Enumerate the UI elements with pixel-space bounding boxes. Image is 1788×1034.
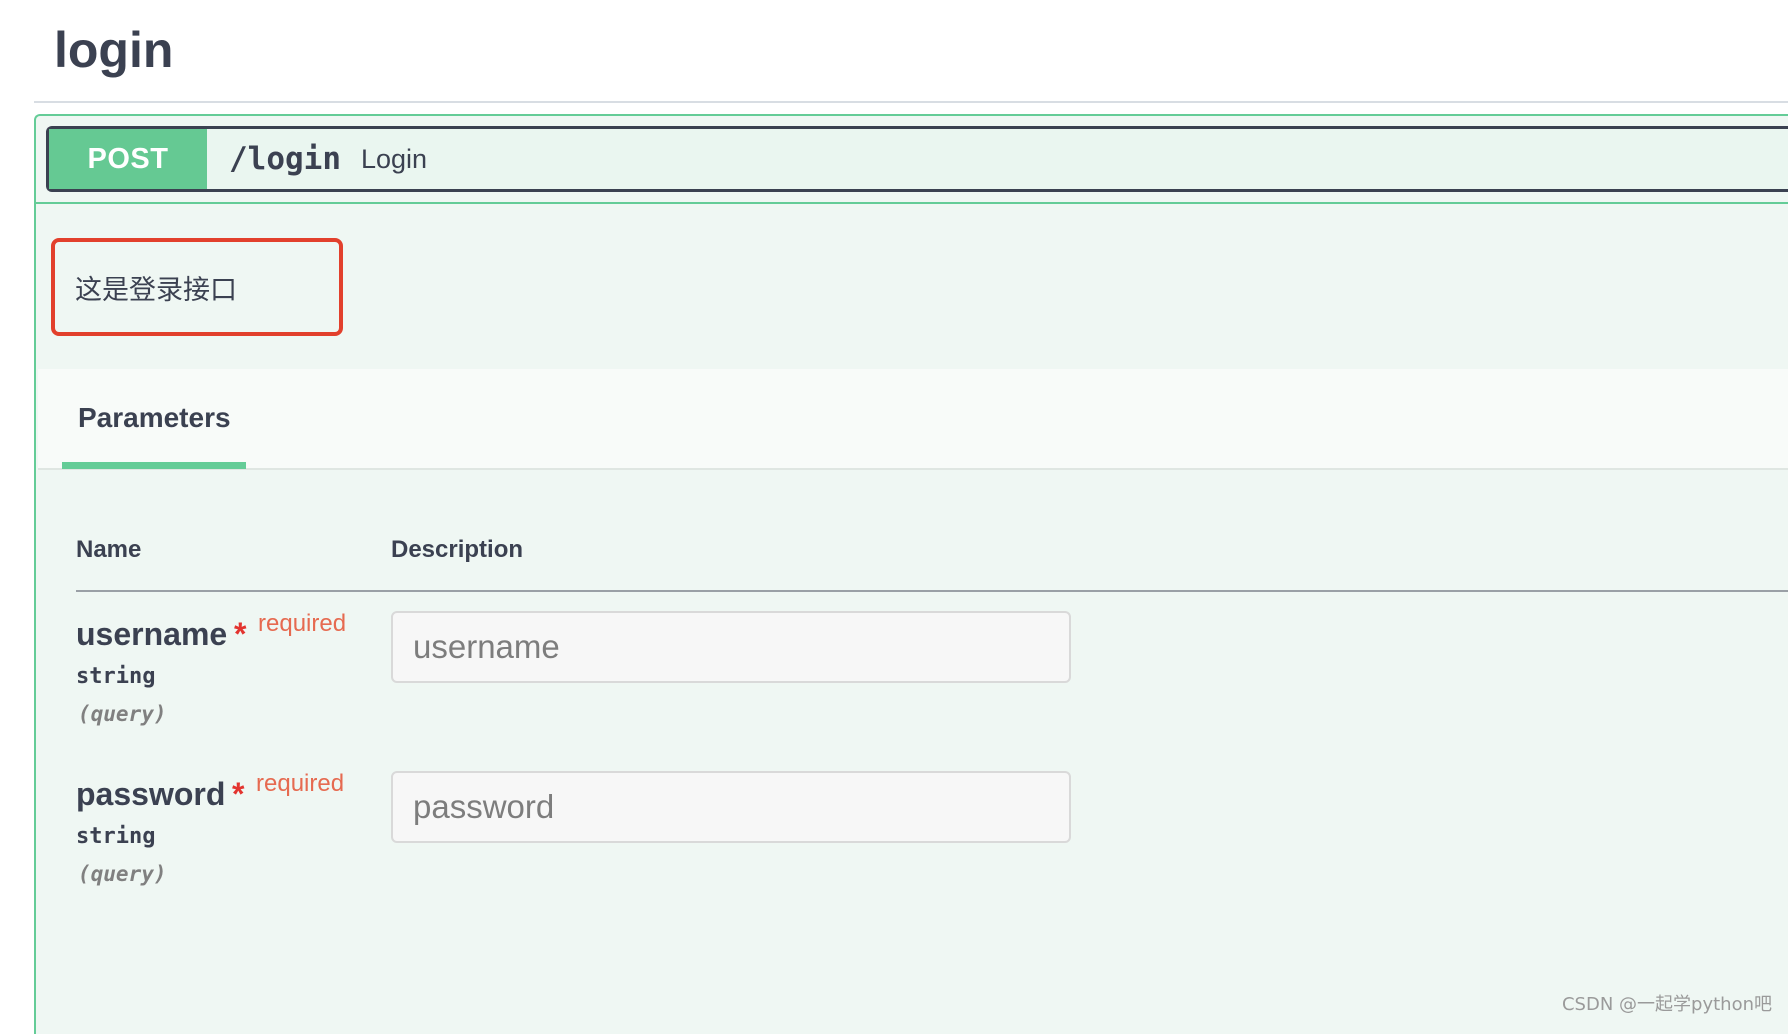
method-badge: POST <box>49 129 207 189</box>
required-star: * <box>234 616 247 652</box>
column-header-description: Description <box>391 536 524 563</box>
parameter-type: string <box>76 824 156 849</box>
parameter-location: (query) <box>78 702 167 726</box>
required-star: * <box>232 776 245 812</box>
title-divider <box>34 101 1788 103</box>
operation-path: /login <box>229 141 341 177</box>
operation-summary-text: Login <box>360 143 428 174</box>
tab-parameters-label: Parameters <box>78 402 231 433</box>
password-input[interactable] <box>391 771 1071 843</box>
parameter-type: string <box>76 664 156 689</box>
parameter-location: (query) <box>78 862 167 886</box>
summary-divider <box>36 202 1788 204</box>
tab-parameters[interactable]: Parameters <box>62 369 246 470</box>
operation-summary[interactable]: POST /login Login <box>46 126 1788 192</box>
column-header-name: Name <box>76 536 142 563</box>
table-header-divider <box>76 590 1788 592</box>
required-label: required <box>256 770 345 797</box>
username-input[interactable] <box>391 611 1071 683</box>
parameter-name: password <box>76 776 226 812</box>
parameter-name: username <box>76 616 228 652</box>
operation-block: POST /login Login 这是登录接口 Parameters Name… <box>34 114 1788 1034</box>
watermark: CSDN @一起学python吧 <box>1561 994 1772 1015</box>
required-label: required <box>258 610 347 637</box>
parameter-row-username: username * required string (query) <box>76 610 1776 756</box>
operation-description: 这是登录接口 <box>75 275 237 306</box>
active-tab-indicator <box>62 462 246 469</box>
parameter-row-password: password * required string (query) <box>76 770 1776 916</box>
tab-header: Parameters <box>38 369 1788 470</box>
operation-description-highlight: 这是登录接口 <box>51 238 343 336</box>
page-title: login <box>54 22 174 78</box>
